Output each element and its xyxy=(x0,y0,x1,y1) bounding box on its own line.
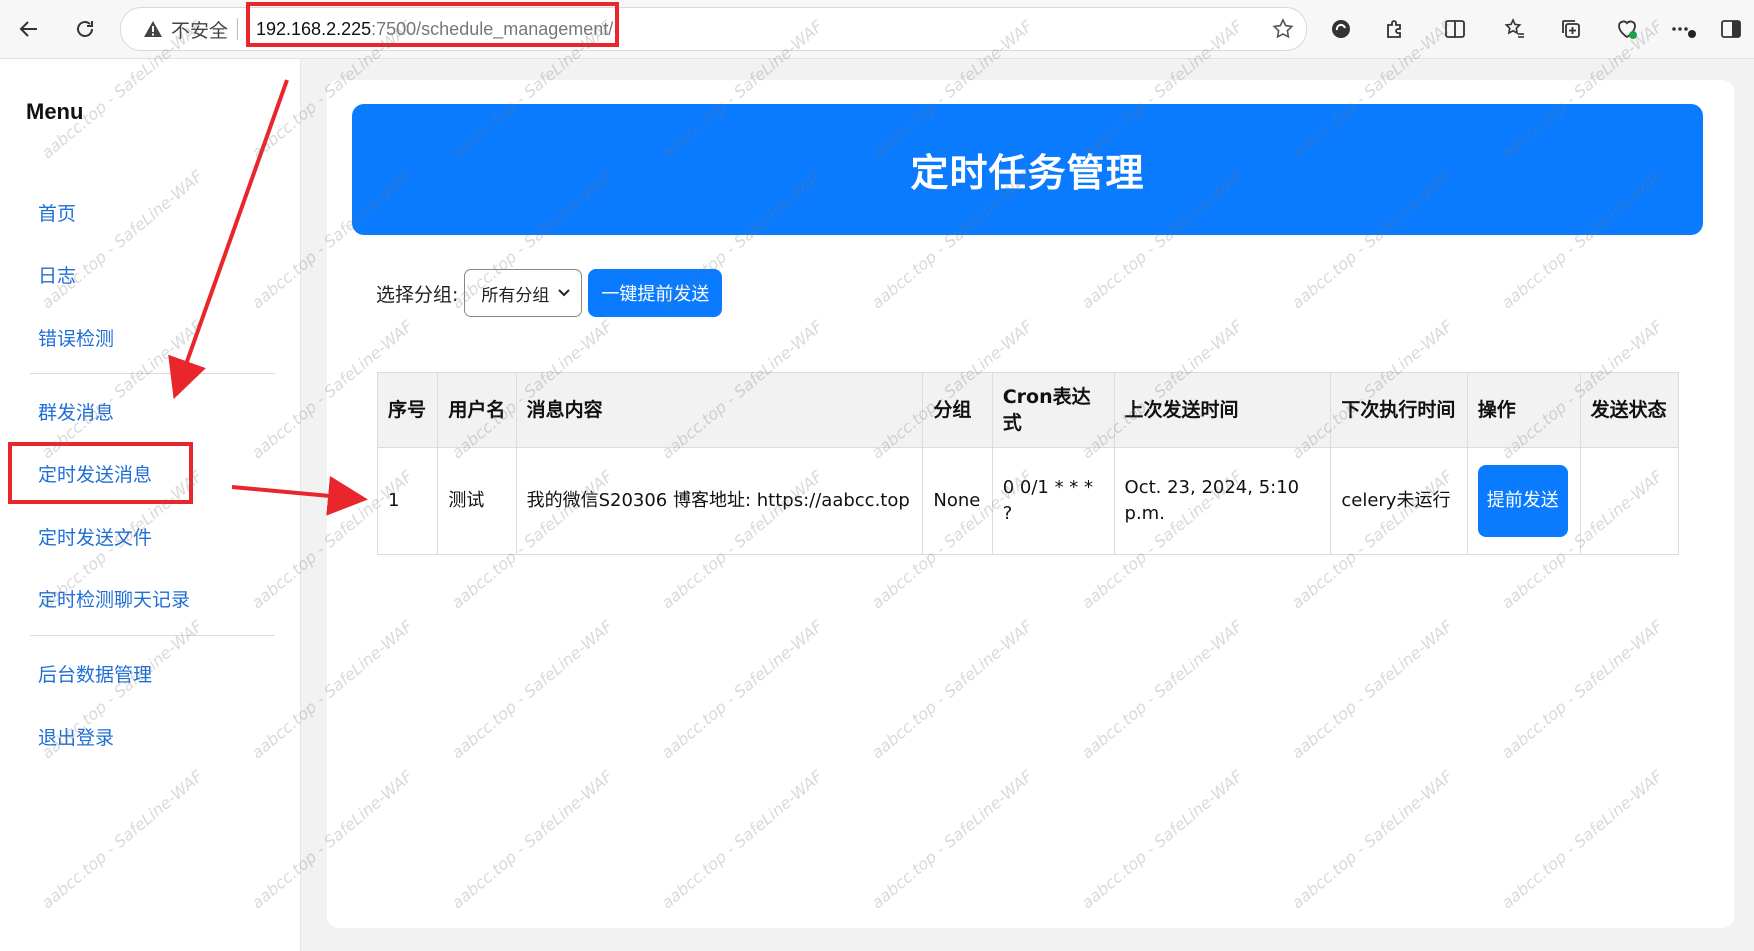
header-last-sent: 上次发送时间 xyxy=(1113,372,1332,448)
url-divider xyxy=(237,18,238,40)
warning-triangle-icon xyxy=(144,21,162,37)
cell-cron: 0 0/1 * * * ? xyxy=(991,447,1115,555)
favorites-icon[interactable] xyxy=(1500,14,1530,44)
active-item-annotation-box xyxy=(8,442,193,504)
cell-status xyxy=(1579,447,1680,555)
sidebar-item-scheduled-file[interactable]: 定时发送文件 xyxy=(38,523,152,550)
cell-group: None xyxy=(922,447,993,555)
send-early-button[interactable]: 提前发送 xyxy=(1477,465,1568,537)
send-all-early-button[interactable]: 一键提前发送 xyxy=(588,269,723,317)
cell-next-run: celery未运行 xyxy=(1330,447,1468,555)
sidebar-toggle-icon[interactable] xyxy=(1716,14,1746,44)
sidebar-item-logs[interactable]: 日志 xyxy=(38,261,76,288)
sidebar-item-logout[interactable]: 退出登录 xyxy=(38,723,114,750)
more-options-icon[interactable] xyxy=(1668,14,1698,44)
group-filter-label: 选择分组: xyxy=(376,283,459,306)
header-message: 消息内容 xyxy=(515,372,924,448)
collections-icon[interactable] xyxy=(1556,14,1586,44)
cell-action: 提前发送 xyxy=(1466,447,1581,555)
page-banner: 定时任务管理 xyxy=(352,104,1703,235)
cell-message: 我的微信S20306 博客地址: https://aabcc.top xyxy=(515,447,924,555)
sidebar-item-mass-message[interactable]: 群发消息 xyxy=(38,398,114,425)
sidebar-divider xyxy=(30,635,275,636)
security-indicator[interactable]: 不安全 xyxy=(143,8,228,50)
reload-icon[interactable] xyxy=(68,12,102,46)
sidebar: Menu 首页 日志 错误检测 群发消息 定时发送消息 定时发送文件 定时检测聊… xyxy=(0,59,301,951)
sidebar-divider xyxy=(30,373,275,374)
table-row: 1 测试 我的微信S20306 博客地址: https://aabcc.top … xyxy=(376,447,1680,555)
header-index: 序号 xyxy=(376,372,439,448)
main-content: 定时任务管理 选择分组: 所有分组 一键提前发送 序号 用户名 消息内容 分组 … xyxy=(327,80,1734,928)
header-status: 发送状态 xyxy=(1579,372,1680,448)
browser-essentials-icon[interactable] xyxy=(1326,14,1356,44)
header-action: 操作 xyxy=(1466,372,1581,448)
cell-username: 测试 xyxy=(437,447,517,555)
sidebar-item-error-detection[interactable]: 错误检测 xyxy=(38,324,114,351)
chevron-down-icon xyxy=(558,289,571,297)
favorite-star-icon[interactable] xyxy=(1271,17,1295,41)
browser-toolbar: 不安全 192.168.2.225:7500/schedule_manageme… xyxy=(0,0,1754,59)
group-select[interactable]: 所有分组 xyxy=(464,269,583,317)
sidebar-item-chat-monitor[interactable]: 定时检测聊天记录 xyxy=(38,585,190,612)
header-group: 分组 xyxy=(922,372,993,448)
cell-index: 1 xyxy=(376,447,439,555)
header-cron: Cron表达式 xyxy=(991,372,1115,448)
page-title: 定时任务管理 xyxy=(910,151,1145,195)
task-table: 序号 用户名 消息内容 分组 Cron表达式 上次发送时间 下次执行时间 操作 … xyxy=(376,372,1680,555)
url-annotation-box xyxy=(246,2,619,47)
group-select-value: 所有分组 xyxy=(481,285,550,306)
insecure-label: 不安全 xyxy=(171,20,229,42)
filter-row: 选择分组: 所有分组 一键提前发送 xyxy=(376,268,723,318)
sidebar-item-home[interactable]: 首页 xyxy=(38,199,76,226)
extensions-puzzle-icon[interactable] xyxy=(1380,14,1410,44)
menu-title: Menu xyxy=(26,99,84,124)
table-header-row: 序号 用户名 消息内容 分组 Cron表达式 上次发送时间 下次执行时间 操作 … xyxy=(376,372,1680,448)
back-arrow-icon[interactable] xyxy=(12,12,46,46)
header-next-run: 下次执行时间 xyxy=(1330,372,1468,448)
sidebar-item-admin-data[interactable]: 后台数据管理 xyxy=(38,660,152,687)
browser-performance-icon[interactable] xyxy=(1612,14,1642,44)
cell-last-sent: Oct. 23, 2024, 5:10 p.m. xyxy=(1113,447,1332,555)
split-screen-icon[interactable] xyxy=(1440,14,1470,44)
header-username: 用户名 xyxy=(437,372,517,448)
